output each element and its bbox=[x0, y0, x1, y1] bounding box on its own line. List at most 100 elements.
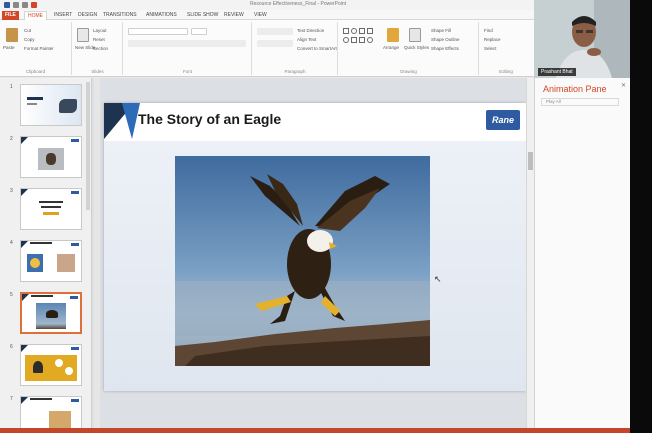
align-text-button[interactable]: Align Text bbox=[297, 37, 316, 42]
tab-view[interactable]: VIEW bbox=[251, 11, 270, 20]
mouse-cursor-icon: ↖ bbox=[434, 274, 442, 284]
thumbnail-text-line bbox=[39, 201, 63, 203]
thumbnail-number: 4 bbox=[10, 240, 13, 246]
font-group: Font bbox=[124, 22, 252, 75]
thumbnail-highlight bbox=[43, 212, 59, 215]
slide-thumbnail-3[interactable] bbox=[20, 188, 82, 230]
copy-button[interactable]: Copy bbox=[24, 37, 35, 42]
tab-animations[interactable]: ANIMATIONS bbox=[143, 11, 180, 20]
thumbnail-scrollbar[interactable] bbox=[86, 82, 90, 210]
thumbnail-text-line bbox=[41, 206, 61, 208]
thumbnail-logo bbox=[71, 347, 79, 350]
quick-styles-icon[interactable] bbox=[409, 28, 421, 42]
play-all-button[interactable]: Play All bbox=[541, 98, 619, 106]
find-button[interactable]: Find bbox=[484, 28, 493, 33]
tab-design[interactable]: DESIGN bbox=[75, 11, 100, 20]
convert-smartart-button[interactable]: Convert to SmartArt bbox=[297, 46, 337, 51]
thumbnail-circle bbox=[55, 359, 63, 367]
font-size-dropdown[interactable] bbox=[191, 28, 207, 35]
thumbnail-corner bbox=[21, 189, 28, 196]
group-label: Clipboard bbox=[25, 69, 46, 74]
group-label: Slides bbox=[91, 69, 104, 74]
ribbon-tabs: FILE HOME INSERT DESIGN TRANSITIONS ANIM… bbox=[0, 10, 534, 20]
group-label: Paragraph bbox=[284, 69, 306, 74]
shape-icon[interactable] bbox=[367, 28, 373, 34]
text-direction-button[interactable]: Text Direction bbox=[297, 28, 324, 33]
eagle-image bbox=[175, 156, 430, 366]
section-button[interactable]: Section bbox=[93, 46, 108, 51]
shape-outline-button[interactable]: Shape Outline bbox=[431, 37, 460, 42]
slide-title[interactable]: The Story of an Eagle bbox=[138, 111, 281, 127]
shape-icon[interactable] bbox=[359, 37, 365, 43]
thumbnail-number: 7 bbox=[10, 396, 13, 402]
paste-icon[interactable] bbox=[6, 28, 18, 42]
tab-slide-show[interactable]: SLIDE SHOW bbox=[184, 11, 221, 20]
animation-pane-title: Animation Pane bbox=[543, 84, 607, 94]
thumbnail-number: 3 bbox=[10, 188, 13, 194]
format-painter-button[interactable]: Format Painter bbox=[24, 46, 54, 51]
font-format-buttons[interactable] bbox=[128, 40, 246, 47]
group-label: Font bbox=[182, 69, 192, 74]
shape-icon[interactable] bbox=[367, 37, 373, 43]
shape-icon[interactable] bbox=[351, 28, 357, 34]
tab-transitions[interactable]: TRANSITIONS bbox=[100, 11, 140, 20]
thumbnail-title bbox=[31, 295, 53, 297]
current-slide[interactable]: The Story of an Eagle Rane bbox=[104, 103, 526, 391]
slide-thumbnail-1[interactable] bbox=[20, 84, 82, 126]
start-slideshow-icon[interactable] bbox=[31, 2, 37, 8]
shape-icon[interactable] bbox=[343, 37, 349, 43]
thumbnail-logo bbox=[71, 139, 79, 142]
editor-scrollbar[interactable] bbox=[526, 78, 534, 428]
animation-pane: Animation Pane ✕ Play All bbox=[534, 78, 630, 428]
shape-effects-button[interactable]: Shape Effects bbox=[431, 46, 459, 51]
font-name-dropdown[interactable] bbox=[128, 28, 188, 35]
cut-button[interactable]: Cut bbox=[24, 28, 31, 33]
paste-button[interactable]: Paste bbox=[3, 45, 15, 50]
vertical-ruler bbox=[94, 78, 100, 428]
thumbnail-image bbox=[59, 99, 77, 113]
new-slide-icon[interactable] bbox=[77, 28, 89, 42]
drawing-group: Arrange Quick Styles Shape Fill Shape Ou… bbox=[339, 22, 479, 75]
arrange-button[interactable]: Arrange bbox=[383, 45, 399, 50]
list-buttons[interactable] bbox=[257, 28, 293, 35]
thumbnail-title bbox=[30, 242, 52, 244]
thumbnail-title bbox=[27, 97, 43, 100]
arrange-icon[interactable] bbox=[387, 28, 399, 42]
shape-icon[interactable] bbox=[359, 28, 365, 34]
thumbnail-subtitle bbox=[27, 103, 37, 105]
select-button[interactable]: Select bbox=[484, 46, 497, 51]
slide-thumbnail-6[interactable] bbox=[20, 344, 82, 386]
thumbnail-corner bbox=[21, 397, 28, 404]
slide-thumbnail-2[interactable] bbox=[20, 136, 82, 178]
shape-fill-button[interactable]: Shape Fill bbox=[431, 28, 451, 33]
clipboard-group: Paste Cut Copy Format Painter Clipboard bbox=[0, 22, 72, 75]
tab-review[interactable]: REVIEW bbox=[221, 11, 247, 20]
slide-thumbnail-5[interactable] bbox=[20, 292, 82, 334]
tab-home[interactable]: HOME bbox=[24, 11, 47, 20]
presenter-name-tag: Prashant Bhat bbox=[538, 68, 576, 76]
slide-thumbnail-4[interactable] bbox=[20, 240, 82, 282]
shape-icon[interactable] bbox=[351, 37, 357, 43]
replace-button[interactable]: Replace bbox=[484, 37, 501, 42]
undo-icon[interactable] bbox=[13, 2, 19, 8]
close-icon[interactable]: ✕ bbox=[621, 82, 626, 89]
redo-icon[interactable] bbox=[22, 2, 28, 8]
layout-button[interactable]: Layout bbox=[93, 28, 107, 33]
thumbnail-corner bbox=[21, 137, 28, 144]
save-icon[interactable] bbox=[4, 2, 10, 8]
thumbnail-figure bbox=[46, 153, 56, 165]
thumbnail-logo bbox=[71, 243, 79, 246]
reset-button[interactable]: Reset bbox=[93, 37, 105, 42]
company-logo: Rane bbox=[486, 110, 520, 130]
quick-styles-button[interactable]: Quick Styles bbox=[404, 45, 429, 50]
eagle-photo[interactable] bbox=[175, 156, 430, 366]
tab-file[interactable]: FILE bbox=[2, 11, 19, 20]
align-buttons[interactable] bbox=[257, 40, 293, 47]
tab-insert[interactable]: INSERT bbox=[51, 11, 75, 20]
thumbnail-image bbox=[49, 411, 71, 428]
shape-icon[interactable] bbox=[343, 28, 349, 34]
status-bar bbox=[0, 428, 630, 433]
scrollbar-thumb[interactable] bbox=[528, 152, 533, 170]
slide-thumbnail-7[interactable] bbox=[20, 396, 82, 428]
screen-edge bbox=[630, 0, 652, 433]
